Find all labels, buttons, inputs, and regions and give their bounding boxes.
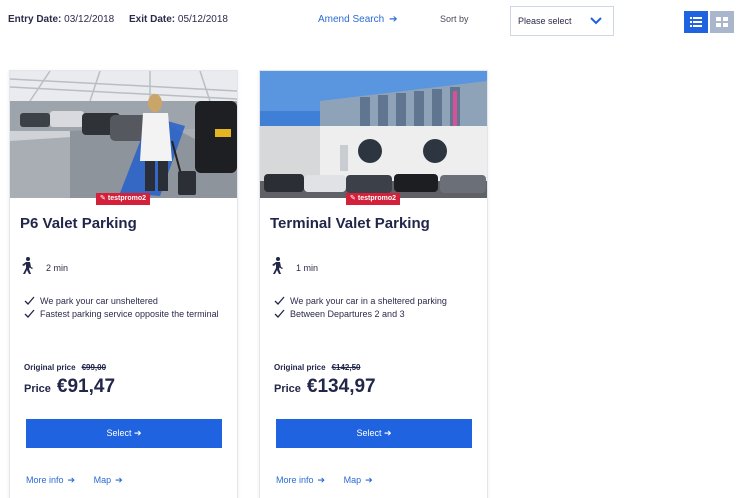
- feature-item: We park your car in a sheltered parking: [274, 295, 474, 308]
- check-icon: [274, 309, 285, 318]
- map-link[interactable]: Map ➔: [344, 475, 373, 485]
- tag-icon: ✎: [100, 195, 106, 202]
- feature-item: We park your car unsheltered: [24, 295, 224, 308]
- promo-badge: ✎ testpromo2: [96, 193, 150, 205]
- search-summary-bar: Entry Date: 03/12/2018 Exit Date: 05/12/…: [0, 0, 737, 44]
- card-title: P6 Valet Parking: [20, 215, 137, 232]
- feature-text: Fastest parking service opposite the ter…: [40, 309, 219, 319]
- card-links: More info ➔ Map ➔: [276, 475, 373, 486]
- walk-time: 2 min: [46, 263, 69, 273]
- map-link[interactable]: Map ➔: [94, 475, 123, 485]
- check-icon: [24, 309, 35, 318]
- arrow-right-icon: ➔: [389, 14, 398, 25]
- price-label: Price: [24, 383, 51, 395]
- price-value: €134,97: [306, 376, 376, 397]
- original-price-label: Original price: [274, 363, 326, 372]
- feature-item: Between Departures 2 and 3: [274, 308, 474, 321]
- map-label: Map: [93, 475, 112, 485]
- arrow-right-icon: ➔: [67, 475, 76, 485]
- sort-selected-value: Please select: [518, 16, 572, 26]
- price-label: Price: [274, 383, 301, 395]
- select-button-label: Select: [356, 428, 382, 438]
- more-info-label: More info: [26, 475, 64, 485]
- promo-badge-label: testpromo2: [107, 195, 146, 202]
- original-price: Original price €142,50: [274, 363, 361, 372]
- arrow-right-icon: ➔: [365, 475, 373, 485]
- check-icon: [274, 296, 285, 305]
- arrow-right-icon: ➔: [383, 428, 392, 438]
- feature-item: Fastest parking service opposite the ter…: [24, 308, 224, 321]
- tag-icon: ✎: [350, 195, 356, 202]
- view-toggle: [684, 11, 736, 33]
- select-button[interactable]: Select ➔: [26, 419, 222, 448]
- feature-list: We park your car unsheltered Fastest par…: [24, 295, 224, 321]
- entry-date-value: 03/12/2018: [64, 14, 115, 25]
- original-price-value: €142,50: [331, 363, 361, 372]
- promo-badge: ✎ testpromo2: [346, 193, 400, 205]
- arrow-right-icon: ➔: [115, 475, 123, 485]
- select-button[interactable]: Select ➔: [276, 419, 472, 448]
- list-icon: [690, 17, 702, 27]
- feature-text: Between Departures 2 and 3: [290, 309, 405, 319]
- amend-search-label: Amend Search: [318, 14, 385, 25]
- promo-badge-label: testpromo2: [357, 195, 396, 202]
- walking-person-icon: [272, 257, 283, 274]
- more-info-link[interactable]: More info ➔: [276, 475, 325, 485]
- chevron-down-icon: [590, 17, 602, 25]
- original-price-value: €99,00: [81, 363, 107, 372]
- price: Price €91,47: [24, 376, 115, 398]
- card-links: More info ➔ Map ➔: [26, 475, 123, 486]
- price: Price €134,97: [274, 376, 376, 398]
- more-info-link[interactable]: More info ➔: [26, 475, 75, 485]
- more-info-label: More info: [276, 475, 314, 485]
- walking-person-icon: [22, 257, 33, 274]
- parking-photo: [10, 71, 237, 198]
- walk-time: 1 min: [296, 263, 319, 273]
- card-title: Terminal Valet Parking: [270, 215, 430, 232]
- entry-date-label: Entry Date:: [8, 14, 62, 25]
- map-label: Map: [343, 475, 362, 485]
- parking-card: ✎ testpromo2 P6 Valet Parking 2 min We pa…: [9, 70, 238, 498]
- grid-icon: [716, 17, 728, 27]
- feature-text: We park your car unsheltered: [40, 296, 158, 306]
- check-icon: [24, 296, 35, 305]
- exit-date-value: 05/12/2018: [177, 14, 228, 25]
- parking-card: ✎ testpromo2 Terminal Valet Parking 1 min…: [259, 70, 488, 498]
- exit-date-label: Exit Date:: [128, 14, 176, 25]
- arrow-right-icon: ➔: [317, 475, 326, 485]
- arrow-right-icon: ➔: [133, 428, 142, 438]
- feature-list: We park your car in a sheltered parking …: [274, 295, 474, 321]
- original-price-label: Original price: [24, 363, 76, 372]
- select-button-label: Select: [106, 428, 132, 438]
- feature-text: We park your car in a sheltered parking: [290, 296, 447, 306]
- parking-photo: [260, 71, 487, 198]
- sort-select[interactable]: Please select: [510, 6, 614, 36]
- sort-by-label: Sort by: [440, 14, 469, 24]
- amend-search-link[interactable]: Amend Search ➔: [318, 14, 398, 25]
- original-price: Original price €99,00: [24, 363, 106, 372]
- grid-view-button[interactable]: [710, 11, 734, 33]
- list-view-button[interactable]: [684, 11, 708, 33]
- price-value: €91,47: [56, 376, 116, 397]
- date-range: Entry Date: 03/12/2018 Exit Date: 05/12/…: [8, 14, 228, 25]
